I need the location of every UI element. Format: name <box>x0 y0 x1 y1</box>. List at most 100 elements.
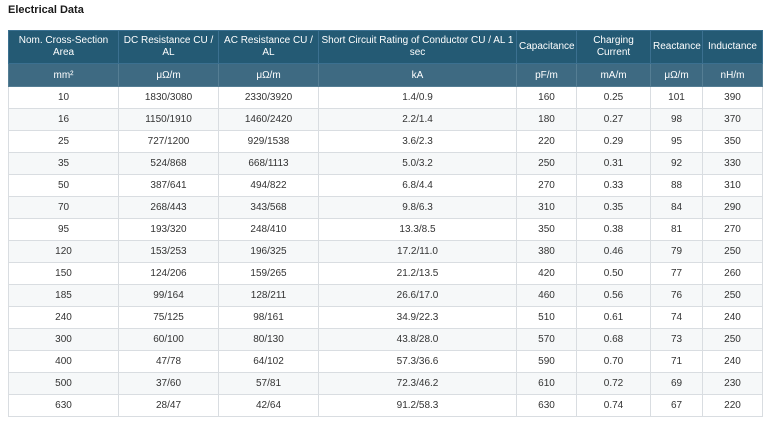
cell-charging-current: 0.56 <box>576 284 651 307</box>
cell-charging-current: 0.31 <box>576 152 651 175</box>
cell-inductance: 370 <box>702 108 763 131</box>
cell-cross-section: 25 <box>8 130 119 153</box>
cell-inductance: 390 <box>702 86 763 109</box>
cell-short-circuit-rating: 17.2/11.0 <box>318 240 517 263</box>
unit-reactance: μΩ/m <box>650 63 703 87</box>
cell-ac-resistance: 668/1113 <box>218 152 319 175</box>
cell-reactance: 88 <box>650 174 703 197</box>
cell-inductance: 260 <box>702 262 763 285</box>
cell-dc-resistance: 99/164 <box>118 284 219 307</box>
table-body: 10 1830/3080 2330/3920 1.4/0.9 160 0.25 101 390… <box>8 86 763 417</box>
cell-inductance: 270 <box>702 218 763 241</box>
table-row: 35 524/868 668/1113 5.0/3.2 250 0.31 92 330 <box>8 152 763 175</box>
cell-capacitance: 160 <box>516 86 577 109</box>
cell-ac-resistance: 42/64 <box>218 394 319 417</box>
column-header-ac-resistance: AC Resistance CU / AL <box>218 30 319 64</box>
cell-charging-current: 0.74 <box>576 394 651 417</box>
cell-capacitance: 310 <box>516 196 577 219</box>
cell-dc-resistance: 193/320 <box>118 218 219 241</box>
cell-dc-resistance: 47/78 <box>118 350 219 373</box>
cell-ac-resistance: 159/265 <box>218 262 319 285</box>
cell-ac-resistance: 2330/3920 <box>218 86 319 109</box>
table-row: 630 28/47 42/64 91.2/58.3 630 0.74 67 220 <box>8 394 763 417</box>
cell-short-circuit-rating: 26.6/17.0 <box>318 284 517 307</box>
unit-short-circuit-rating: kA <box>318 63 517 87</box>
cell-capacitance: 270 <box>516 174 577 197</box>
cell-ac-resistance: 494/822 <box>218 174 319 197</box>
cell-reactance: 98 <box>650 108 703 131</box>
cell-dc-resistance: 75/125 <box>118 306 219 329</box>
cell-short-circuit-rating: 13.3/8.5 <box>318 218 517 241</box>
cell-cross-section: 10 <box>8 86 119 109</box>
cell-cross-section: 70 <box>8 196 119 219</box>
cell-reactance: 84 <box>650 196 703 219</box>
cell-ac-resistance: 98/161 <box>218 306 319 329</box>
table-row: 70 268/443 343/568 9.8/6.3 310 0.35 84 290 <box>8 196 763 219</box>
cell-short-circuit-rating: 3.6/2.3 <box>318 130 517 153</box>
cell-cross-section: 500 <box>8 372 119 395</box>
cell-charging-current: 0.29 <box>576 130 651 153</box>
cell-capacitance: 590 <box>516 350 577 373</box>
cell-short-circuit-rating: 9.8/6.3 <box>318 196 517 219</box>
cell-ac-resistance: 57/81 <box>218 372 319 395</box>
cell-reactance: 101 <box>650 86 703 109</box>
cell-dc-resistance: 1150/1910 <box>118 108 219 131</box>
cell-short-circuit-rating: 34.9/22.3 <box>318 306 517 329</box>
cell-capacitance: 610 <box>516 372 577 395</box>
cell-capacitance: 220 <box>516 130 577 153</box>
cell-capacitance: 350 <box>516 218 577 241</box>
cell-capacitance: 250 <box>516 152 577 175</box>
column-header-dc-resistance: DC Resistance CU / AL <box>118 30 219 64</box>
unit-dc-resistance: μΩ/m <box>118 63 219 87</box>
cell-dc-resistance: 727/1200 <box>118 130 219 153</box>
cell-capacitance: 380 <box>516 240 577 263</box>
cell-inductance: 230 <box>702 372 763 395</box>
cell-cross-section: 35 <box>8 152 119 175</box>
cell-capacitance: 420 <box>516 262 577 285</box>
cell-dc-resistance: 387/641 <box>118 174 219 197</box>
cell-charging-current: 0.27 <box>576 108 651 131</box>
cell-cross-section: 150 <box>8 262 119 285</box>
table-row: 16 1150/1910 1460/2420 2.2/1.4 180 0.27 98 370 <box>8 108 763 131</box>
cell-charging-current: 0.72 <box>576 372 651 395</box>
table-row: 400 47/78 64/102 57.3/36.6 590 0.70 71 240 <box>8 350 763 373</box>
cell-reactance: 79 <box>650 240 703 263</box>
column-header-inductance: Inductance <box>702 30 763 64</box>
cell-reactance: 76 <box>650 284 703 307</box>
column-header-short-circuit-rating: Short Circuit Rating of Conductor CU / A… <box>318 30 517 64</box>
cell-ac-resistance: 80/130 <box>218 328 319 351</box>
cell-inductance: 290 <box>702 196 763 219</box>
cell-reactance: 69 <box>650 372 703 395</box>
cell-inductance: 250 <box>702 284 763 307</box>
cell-charging-current: 0.33 <box>576 174 651 197</box>
table-row: 150 124/206 159/265 21.2/13.5 420 0.50 77 260 <box>8 262 763 285</box>
cell-cross-section: 50 <box>8 174 119 197</box>
cell-charging-current: 0.35 <box>576 196 651 219</box>
cell-capacitance: 510 <box>516 306 577 329</box>
table-row: 185 99/164 128/211 26.6/17.0 460 0.56 76 250 <box>8 284 763 307</box>
table-row: 240 75/125 98/161 34.9/22.3 510 0.61 74 240 <box>8 306 763 329</box>
cell-charging-current: 0.46 <box>576 240 651 263</box>
unit-charging-current: mA/m <box>576 63 651 87</box>
cell-inductance: 250 <box>702 240 763 263</box>
cell-inductance: 250 <box>702 328 763 351</box>
cell-dc-resistance: 524/868 <box>118 152 219 175</box>
cell-charging-current: 0.38 <box>576 218 651 241</box>
cell-capacitance: 630 <box>516 394 577 417</box>
cell-capacitance: 570 <box>516 328 577 351</box>
cell-ac-resistance: 1460/2420 <box>218 108 319 131</box>
cell-short-circuit-rating: 2.2/1.4 <box>318 108 517 131</box>
unit-capacitance: pF/m <box>516 63 577 87</box>
cell-inductance: 240 <box>702 306 763 329</box>
cell-reactance: 95 <box>650 130 703 153</box>
cell-charging-current: 0.68 <box>576 328 651 351</box>
table-row: 10 1830/3080 2330/3920 1.4/0.9 160 0.25 101 390 <box>8 86 763 109</box>
column-header-charging-current: Charging Current <box>576 30 651 64</box>
cell-cross-section: 630 <box>8 394 119 417</box>
header-row: Nom. Cross-Section Area DC Resistance CU … <box>8 30 763 64</box>
cell-dc-resistance: 268/443 <box>118 196 219 219</box>
units-row: mm² μΩ/m μΩ/m kA pF/m mA/m μΩ/m nH/m <box>8 63 763 87</box>
cell-inductance: 310 <box>702 174 763 197</box>
cell-cross-section: 95 <box>8 218 119 241</box>
cell-reactance: 71 <box>650 350 703 373</box>
